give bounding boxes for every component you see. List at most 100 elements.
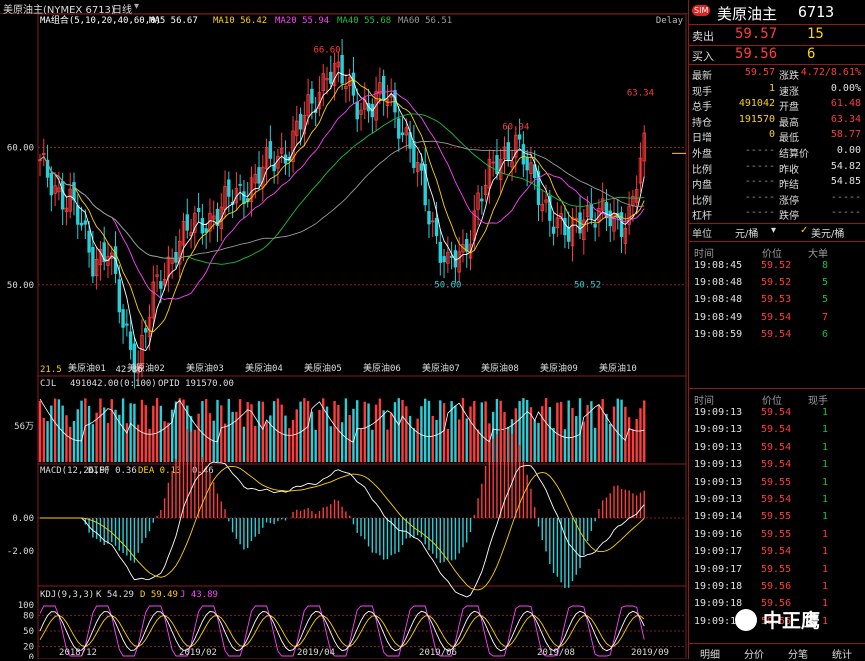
month-label: 美原油09 bbox=[540, 362, 578, 374]
month-label: 美原油03 bbox=[186, 362, 224, 374]
tick-row[interactable]: 19:09:13 59.54 1 bbox=[689, 407, 865, 422]
field-label-2: 速涨 bbox=[779, 86, 799, 98]
field-label: 内盘 bbox=[692, 180, 712, 192]
field-label: 杠杆 bbox=[692, 211, 712, 223]
volume-bar bbox=[627, 417, 631, 462]
volume-bar bbox=[378, 398, 382, 462]
ma-legend: MA10 56.42 bbox=[213, 16, 267, 26]
tick-row[interactable]: 19:09:16 59.55 1 bbox=[689, 529, 865, 544]
month-label: 美原油02 bbox=[127, 362, 165, 374]
opid-value: OPID 191570.00 bbox=[158, 379, 234, 389]
tick-row[interactable]: 19:09:18 59.56 1 bbox=[689, 581, 865, 596]
volume-bar bbox=[435, 419, 438, 462]
volume-bar bbox=[537, 422, 540, 462]
ma-legend: MA组合(5,10,20,40,60,0) bbox=[40, 14, 161, 26]
volume-bar bbox=[601, 398, 604, 462]
candle-body bbox=[521, 144, 526, 165]
candle-body bbox=[238, 184, 242, 186]
field-value: ----- bbox=[744, 145, 775, 156]
check-icon: ✓ bbox=[800, 225, 809, 236]
kdj-axis-label: 80 bbox=[23, 611, 34, 621]
field-value: ----- bbox=[744, 207, 775, 219]
ma-legend: MA60 56.51 bbox=[398, 16, 452, 26]
candle-body bbox=[310, 88, 314, 104]
candle-body bbox=[159, 281, 163, 289]
tick-row[interactable]: 19:09:17 59.55 1 bbox=[689, 564, 865, 579]
kdj-axis-label: 100 bbox=[18, 601, 34, 611]
price-axis-label: 50.00 bbox=[7, 281, 34, 291]
chart-header: 美原油主(NYMEX 6713) 日线 ▾ bbox=[0, 0, 688, 16]
kdj-axis-label: 20 bbox=[23, 643, 34, 653]
field-value-2: 63.34 bbox=[830, 113, 861, 125]
sell-price[interactable]: 59.57 bbox=[735, 26, 777, 42]
month-label: 美原油01 bbox=[68, 362, 106, 374]
kdj-k: K 54.29 bbox=[96, 590, 134, 600]
big-order-row[interactable]: 19:08:45 59.52 8 bbox=[689, 260, 865, 275]
volume-bar bbox=[386, 429, 389, 462]
field-label: 总手 bbox=[692, 102, 712, 114]
volume-bar bbox=[525, 399, 529, 462]
volume-bar bbox=[167, 422, 170, 462]
big-order-row[interactable]: 19:08:59 59.54 6 bbox=[689, 329, 865, 344]
tick-row[interactable]: 19:09:13 59.54 1 bbox=[689, 442, 865, 457]
big-order-row[interactable]: 19:08:48 59.53 5 bbox=[689, 294, 865, 309]
candle-body bbox=[355, 101, 359, 120]
tick-row[interactable]: 19:09:13 59.54 1 bbox=[689, 459, 865, 474]
field-label: 持仓 bbox=[692, 117, 712, 129]
volume-bar bbox=[639, 408, 642, 462]
volume-bar bbox=[121, 398, 125, 462]
annotation-low-2: 50.52 bbox=[574, 280, 601, 290]
volume-bar bbox=[544, 398, 548, 462]
field-label-2: 最高 bbox=[779, 117, 799, 129]
candle-body bbox=[563, 217, 567, 236]
volume-bar bbox=[552, 427, 555, 462]
kdj-title: KDJ(9,3,3) bbox=[40, 590, 94, 600]
volume-bar bbox=[220, 405, 223, 462]
month-label: 美原油10 bbox=[599, 362, 637, 374]
tick-row[interactable]: 19:09:17 59.54 1 bbox=[689, 546, 865, 561]
volume-bar bbox=[359, 428, 363, 462]
volume-bar bbox=[612, 406, 616, 462]
candle-body bbox=[79, 222, 84, 226]
quote-field-row: 外盘 ----- 结算价 0.00 bbox=[689, 145, 865, 160]
candle-body bbox=[60, 180, 65, 210]
ma-legend: MA40 55.68 bbox=[337, 16, 391, 26]
unit-dropdown-icon[interactable]: ▾ bbox=[771, 225, 776, 236]
volume-bar bbox=[522, 398, 525, 462]
unit-usd-checkbox[interactable]: 美元/桶 bbox=[811, 225, 844, 240]
big-order-header: 时间 价位 大单 bbox=[694, 249, 828, 260]
tick-row[interactable]: 19:09:13 59.54 1 bbox=[689, 424, 865, 439]
candle-body bbox=[87, 230, 91, 253]
chevron-down-icon[interactable]: ▾ bbox=[134, 1, 139, 12]
annotation-left: 21.5 bbox=[40, 365, 62, 375]
volume-bar bbox=[65, 415, 68, 462]
field-label: 最新 bbox=[692, 71, 712, 82]
tick-row[interactable]: 19:09:14 59.55 1 bbox=[689, 511, 865, 526]
x-axis-label: 2019/06 bbox=[419, 648, 457, 658]
kline-chart[interactable]: 60.00 50.00 MA组合(5,10,20,40,60,0)MA5 56.67… bbox=[0, 14, 688, 659]
unit-value[interactable]: 元/桶 bbox=[735, 225, 758, 240]
tick-row[interactable]: 19:09:13 59.55 1 bbox=[689, 477, 865, 492]
candle-body bbox=[449, 255, 454, 258]
x-axis-label: 2019/04 bbox=[297, 648, 335, 658]
buy-volume: 6 bbox=[807, 46, 816, 62]
big-order-row[interactable]: 19:08:48 59.52 5 bbox=[689, 277, 865, 292]
kdj-axis-label: 50 bbox=[23, 627, 34, 637]
volume-bar bbox=[276, 398, 280, 462]
tick-row[interactable]: 19:09:13 59.54 1 bbox=[689, 494, 865, 509]
field-value: 1 bbox=[768, 82, 775, 94]
x-axis-label: 2018/12 bbox=[59, 648, 97, 658]
field-label-2: 昨结 bbox=[779, 180, 799, 192]
volume-bar bbox=[624, 406, 627, 462]
volume-bar bbox=[80, 400, 83, 462]
volume-bar bbox=[340, 422, 344, 462]
buy-price[interactable]: 59.56 bbox=[735, 46, 777, 62]
candle-body bbox=[427, 211, 431, 225]
field-label-2: 涨跌 bbox=[779, 71, 799, 82]
volume-bar bbox=[216, 399, 219, 462]
volume-bar bbox=[99, 398, 102, 462]
panel-frame bbox=[37, 463, 687, 587]
volume-bar bbox=[390, 413, 393, 462]
big-order-row[interactable]: 19:08:49 59.54 7 bbox=[689, 312, 865, 327]
candle-body bbox=[551, 226, 556, 234]
